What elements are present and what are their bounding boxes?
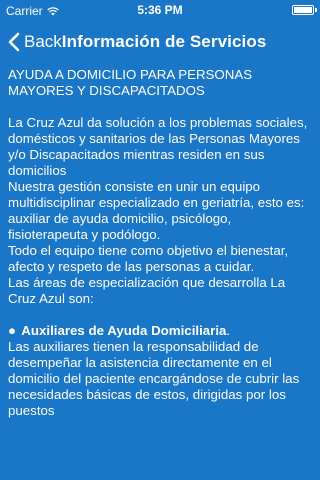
bullet-item: ● Auxiliares de Ayuda Domiciliaria. Las … — [8, 323, 313, 419]
screen: Carrier 5:36 PM Back Información de Serv… — [0, 0, 320, 480]
battery-fill — [294, 7, 312, 13]
status-bar: Carrier 5:36 PM — [0, 0, 320, 20]
back-button[interactable]: Back — [8, 32, 62, 52]
battery-icon — [292, 5, 317, 15]
back-label: Back — [24, 32, 62, 51]
bullet-marker: ● — [8, 323, 17, 338]
section-heading: AYUDA A DOMICILIO PARA PERSONAS MAYORES … — [8, 67, 253, 98]
bullet-title-line: ● Auxiliares de Ayuda Domiciliaria. — [8, 323, 313, 339]
scroll-content[interactable]: AYUDA A DOMICILIO PARA PERSONAS MAYORES … — [8, 67, 313, 480]
bullet-title: Auxiliares de Ayuda Domiciliaria — [21, 323, 227, 338]
status-time: 5:36 PM — [137, 3, 183, 17]
bullet-text: Las auxiliares tienen la responsabilidad… — [8, 339, 300, 418]
chevron-left-icon — [8, 32, 20, 52]
page-title: Información de Servicios — [61, 32, 267, 51]
bullet-title-suffix: . — [226, 323, 231, 338]
body-paragraph: La Cruz Azul da solución a los problemas… — [8, 115, 308, 306]
navigation-bar: Back Información de Servicios — [0, 20, 320, 64]
